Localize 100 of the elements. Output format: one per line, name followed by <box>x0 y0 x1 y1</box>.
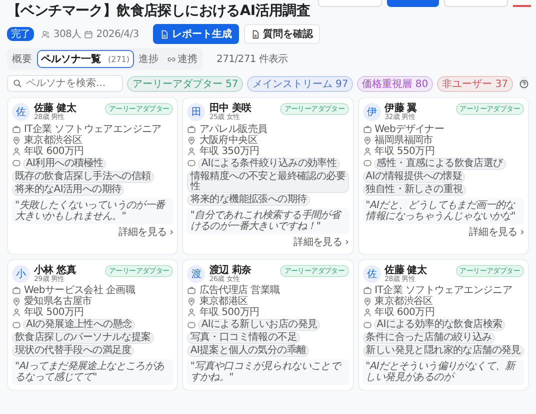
person-icon <box>12 308 21 318</box>
person-icon <box>187 308 196 318</box>
location-pin-icon <box>187 136 196 145</box>
location-pin-icon <box>362 297 372 306</box>
insight-tag: 感性・直感による飲食店選び <box>374 158 506 170</box>
search-field[interactable]: ペルソナを検索... <box>7 75 124 92</box>
insight-tag: 独自性・新しさの重視 <box>362 184 466 196</box>
avatar: 佐 <box>12 103 30 121</box>
survey-date: 2026/4/3 <box>96 28 139 40</box>
people-icon <box>41 30 50 38</box>
persona-quote: "失敗したくないっていうのが一番大きいかもしれません。" <box>12 198 174 224</box>
persona-location: 愛知県名古屋市 <box>24 296 92 308</box>
persona-name: 田中 美咲 <box>209 103 252 114</box>
details-link[interactable]: 詳細を見る › <box>294 234 349 249</box>
insight-tag: AIの情報提供への懐疑 <box>362 170 466 183</box>
tab[interactable]: ペルソナ一覧 (271) <box>37 50 134 68</box>
document-icon <box>160 30 169 38</box>
search-icon <box>13 79 22 88</box>
persona-location: 東京都渋谷区 <box>374 296 433 308</box>
avatar: 佐 <box>362 264 381 283</box>
insight-tag: AIによる効率的な飲食店検索 <box>374 319 506 332</box>
persona-name: 佐藤 健太 <box>34 103 78 114</box>
details-link[interactable]: 詳細を見る › <box>118 224 174 239</box>
persona-income: 年収 500万円 <box>199 307 260 318</box>
speech-bubble-icon <box>362 320 372 330</box>
speech-bubble-icon <box>362 159 372 168</box>
briefcase-icon <box>187 286 196 296</box>
help-button[interactable] <box>519 76 529 91</box>
location-pin-icon <box>12 136 21 145</box>
link-icon <box>166 54 176 64</box>
view-questions-button[interactable]: 質問を確認 <box>244 24 320 44</box>
avatar: 渡 <box>187 264 206 283</box>
insight-tag: 情報精度への不安と最終確認の必要性 <box>187 170 349 193</box>
persona-income: 年収 550万円 <box>374 146 435 157</box>
briefcase-icon <box>362 124 372 134</box>
status-badge: 完了 <box>7 27 34 41</box>
insight-tag: 現状の代替手段への満足度 <box>12 345 134 358</box>
insight-tag: AIの発展途上性への懸念 <box>23 319 136 332</box>
segment-filter-chip[interactable]: メインストリーム 97 <box>247 76 354 92</box>
persona-name: 渡辺 莉奈 <box>209 264 252 276</box>
segment-filter-chip[interactable]: 非ユーザー 37 <box>437 76 513 92</box>
person-icon <box>187 146 196 156</box>
avatar: 田 <box>187 103 206 121</box>
insight-tag: 新しい発見と隠れ家的な店舗の発見 <box>362 345 524 358</box>
person-icon <box>12 146 21 156</box>
person-icon <box>362 146 372 156</box>
persona-quote: "AIだとそういう偏りがなくて、新しい発見があるのが <box>362 359 524 386</box>
persona-name: 伊藤 翼 <box>384 103 418 114</box>
persona-income: 年収 350万円 <box>199 146 260 157</box>
calendar-icon <box>84 30 94 38</box>
persona-job: アパレル販売員 <box>199 124 268 135</box>
segment-filter-chip[interactable]: アーリーアダプター 57 <box>127 76 244 92</box>
insight-tag: 写真・口コミ情報の不足 <box>187 332 300 344</box>
persona-job: Webデザイナー <box>374 124 444 135</box>
location-pin-icon <box>362 136 372 145</box>
insight-tag: 条件に合った店舗の絞り込み <box>362 332 495 344</box>
avatar: 伊 <box>362 103 381 121</box>
persona-income: 年収 500万円 <box>24 307 84 318</box>
speech-bubble-icon <box>187 159 196 168</box>
briefcase-icon <box>362 286 372 296</box>
generate-report-button[interactable]: レポート生成 <box>152 24 239 44</box>
insight-tag: AIによる条件絞り込みの効率性 <box>198 158 340 170</box>
persona-quote: "AIってまだ発展途上なところがあるなって感じてて" <box>12 359 174 386</box>
speech-bubble-icon <box>187 320 196 330</box>
page-title: 【ベンチマーク】飲食店探しにおけるAI活用調査 <box>7 2 310 20</box>
persona-job: 広告代理店 営業職 <box>199 285 280 296</box>
tab[interactable]: 進捗 <box>136 51 162 67</box>
speech-bubble-icon <box>12 159 21 168</box>
document-icon <box>250 30 260 38</box>
persona-quote: "写真や口コミが見られないことですかね。" <box>187 359 349 386</box>
insight-tag: 既存の飲食店探し手法への信頼 <box>12 170 154 183</box>
persona-location: 大阪府中央区 <box>199 134 258 146</box>
briefcase-icon <box>12 286 21 296</box>
insight-tag: 将来的な機能拡張への期待 <box>187 194 310 206</box>
persona-job: IT企業 ソフトウェアエンジニア <box>374 285 512 296</box>
persona-quote: "自分であれこれ検索する手間が省けるのが一番大きいですね！" <box>187 208 349 234</box>
insight-tag: AIによる新しいお店の発見 <box>198 319 320 332</box>
persona-location: 東京都港区 <box>199 296 248 308</box>
insight-tag: 将来的なAI活用への期待 <box>12 184 124 196</box>
briefcase-icon <box>12 124 21 134</box>
tab[interactable]: 概要 <box>9 51 35 67</box>
persona-name: 佐藤 健太 <box>384 264 428 276</box>
insight-tag: AI利用への積極性 <box>23 158 106 170</box>
speech-bubble-icon <box>12 320 21 330</box>
location-pin-icon <box>187 297 196 306</box>
persona-location: 東京都渋谷区 <box>24 134 82 146</box>
respondent-count: 308人 <box>53 28 82 41</box>
insight-tag: 飲食店探しのパーソナルな提案 <box>12 332 154 344</box>
persona-income: 年収 600万円 <box>24 146 84 157</box>
persona-name: 小林 悠真 <box>34 264 78 276</box>
briefcase-icon <box>187 124 196 134</box>
persona-job: Webサービス会社 企画職 <box>24 285 136 296</box>
persona-quote: "AIだと、どうしてもまだ画一的な情報になっちゃうんじゃないかな" <box>362 198 524 224</box>
tab[interactable]: 連携 <box>164 51 201 67</box>
details-link[interactable]: 詳細を見る › <box>468 224 524 239</box>
insight-tag: AI提案と個人の気分の乖離 <box>187 345 310 358</box>
persona-job: IT企業 ソフトウェアエンジニア <box>24 124 162 135</box>
persona-income: 年収 600万円 <box>374 307 435 318</box>
persona-location: 福岡県福岡市 <box>374 134 433 146</box>
segment-filter-chip[interactable]: 価格重視層 80 <box>357 76 434 92</box>
